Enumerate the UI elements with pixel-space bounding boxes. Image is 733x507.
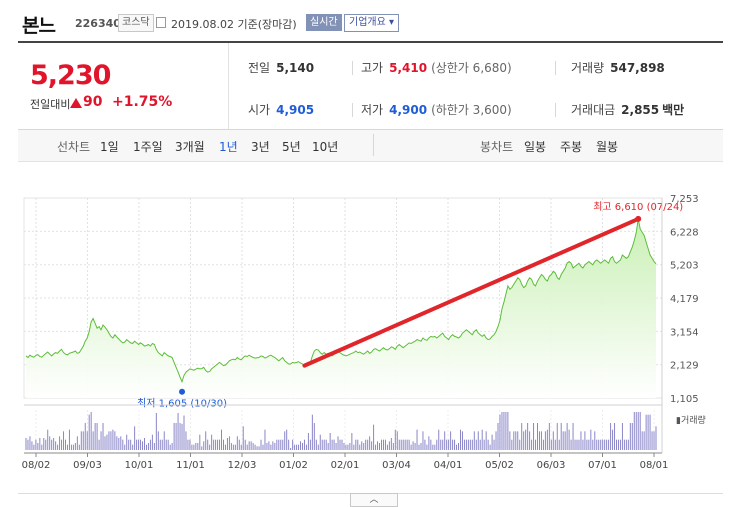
stat-label: 전일 — [248, 61, 271, 75]
stat-value: 4,905 — [276, 103, 315, 117]
x-tick-label: 08/01 — [640, 460, 669, 471]
price-chart: 08/02 09/03 10/01 11/01 12/03 01/02 02/01 03/04… — [22, 194, 706, 471]
tab-monthly-candle[interactable]: 월봉 — [596, 138, 618, 155]
volume-legend: ▮거래량 — [676, 414, 706, 426]
lower-limit: (하한가 3,600) — [431, 103, 512, 117]
tab-5year[interactable]: 5년 — [282, 138, 301, 155]
x-tick-label: 07/01 — [588, 460, 617, 471]
current-price: 5,230 — [30, 60, 111, 91]
diff-label: 전일대비 — [30, 98, 71, 111]
realtime-button[interactable]: 실시간 — [306, 14, 342, 31]
diff-value: 90 — [83, 94, 103, 110]
x-tick-label: 02/01 — [331, 460, 360, 471]
stock-code: 226340 — [75, 17, 121, 30]
x-tick-label: 12/03 — [228, 460, 257, 471]
stat-open: 시가 4,905 — [248, 101, 314, 118]
divider — [352, 103, 353, 117]
stat-label: 고가 — [361, 61, 384, 75]
tab-10year[interactable]: 10년 — [312, 138, 338, 155]
stat-volume: 거래량 547,898 — [571, 59, 665, 76]
x-tick-label: 04/01 — [434, 460, 463, 471]
stat-label: 시가 — [248, 103, 271, 117]
y-tick-label: 5,203 — [670, 261, 699, 272]
period-tabs: 선차트 1일 1주일 3개월 1년 3년 5년 10년 봉차트 일봉 주봉 월봉 — [18, 130, 723, 162]
max-annotation: 최고 6,610 (07/24) — [593, 201, 683, 213]
x-tick-label: 06/03 — [537, 460, 566, 471]
tab-1week[interactable]: 1주일 — [133, 138, 163, 155]
y-tick-label: 2,129 — [670, 361, 699, 372]
stat-prev-close: 전일 5,140 — [248, 59, 314, 76]
amount-unit: 백만 — [662, 103, 685, 117]
stat-label: 저가 — [361, 103, 384, 117]
x-tick-label: 08/02 — [22, 460, 51, 471]
x-tick-label: 03/04 — [382, 460, 411, 471]
stat-high: 고가 5,410 (상한가 6,680) — [361, 59, 512, 76]
company-overview-button[interactable]: 기업개요 ▾ — [344, 14, 399, 32]
tab-3month[interactable]: 3개월 — [175, 138, 205, 155]
divider — [555, 103, 556, 117]
calendar-icon — [156, 17, 166, 28]
date-text: 2019.08.02 기준(장마감) — [171, 18, 297, 31]
divider — [352, 61, 353, 75]
market-badge: 코스닥 — [118, 14, 154, 32]
tab-weekly-candle[interactable]: 주봉 — [560, 138, 582, 155]
stock-header: 본느 226340 코스닥 2019.08.02 기준(장마감) 실시간 기업개… — [0, 0, 733, 40]
y-tick-label: 1,105 — [670, 394, 699, 405]
stock-name: 본느 — [22, 15, 56, 37]
x-tick-label: 10/01 — [125, 460, 154, 471]
stat-value: 547,898 — [610, 61, 665, 75]
collapse-handle-icon[interactable]: ︿ — [350, 493, 398, 507]
min-point-marker — [179, 388, 186, 395]
divider — [555, 61, 556, 75]
stat-value: 5,410 — [389, 61, 428, 75]
stat-value: 5,140 — [276, 61, 315, 75]
current-price-panel: 5,230 전일대비 90 +1.75% — [18, 43, 229, 129]
stat-label: 거래대금 — [571, 103, 616, 117]
x-tick-label: 01/02 — [279, 460, 308, 471]
x-tick-label: 05/02 — [485, 460, 514, 471]
diff-rate: +1.75% — [112, 94, 173, 110]
stat-value: 2,855 — [621, 103, 660, 117]
y-tick-label: 6,228 — [670, 227, 699, 238]
stat-label: 거래량 — [571, 61, 605, 75]
y-tick-label: 3,154 — [670, 327, 699, 338]
tab-3year[interactable]: 3년 — [251, 138, 270, 155]
line-chart-label: 선차트 — [57, 140, 91, 154]
x-tick-label: 09/03 — [73, 460, 102, 471]
tab-1year[interactable]: 1년 — [219, 138, 238, 155]
stat-amount: 거래대금 2,855 백만 — [571, 101, 684, 118]
stat-value: 4,900 — [389, 103, 428, 117]
upper-limit: (상한가 6,680) — [431, 61, 512, 75]
price-area — [26, 218, 656, 398]
min-annotation: 최저 1,605 (10/30) — [137, 398, 227, 410]
up-triangle-icon — [70, 98, 82, 108]
x-tick-label: 11/01 — [176, 460, 205, 471]
price-summary: 5,230 전일대비 90 +1.75% 전일 5,140 고가 5,410 (상한가… — [18, 43, 723, 130]
stat-low: 저가 4,900 (하한가 3,600) — [361, 101, 512, 118]
y-tick-label: 4,179 — [670, 294, 699, 305]
tab-1day[interactable]: 1일 — [100, 138, 119, 155]
divider — [373, 134, 374, 156]
candle-chart-label: 봉차트 — [480, 140, 514, 154]
tab-daily-candle[interactable]: 일봉 — [524, 138, 546, 155]
